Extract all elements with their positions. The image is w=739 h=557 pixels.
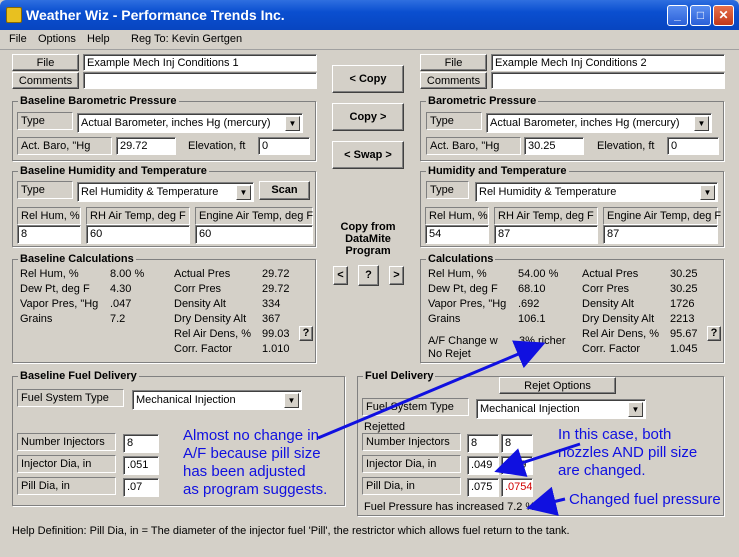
arrow-to-fuel-pressure <box>526 486 566 516</box>
annotation-arrows <box>317 340 581 516</box>
arrow-to-injector-dia <box>494 442 581 477</box>
arrow-to-af-change <box>317 340 546 440</box>
help-definition: Help Definition: Pill Dia, in = The diam… <box>12 525 570 537</box>
